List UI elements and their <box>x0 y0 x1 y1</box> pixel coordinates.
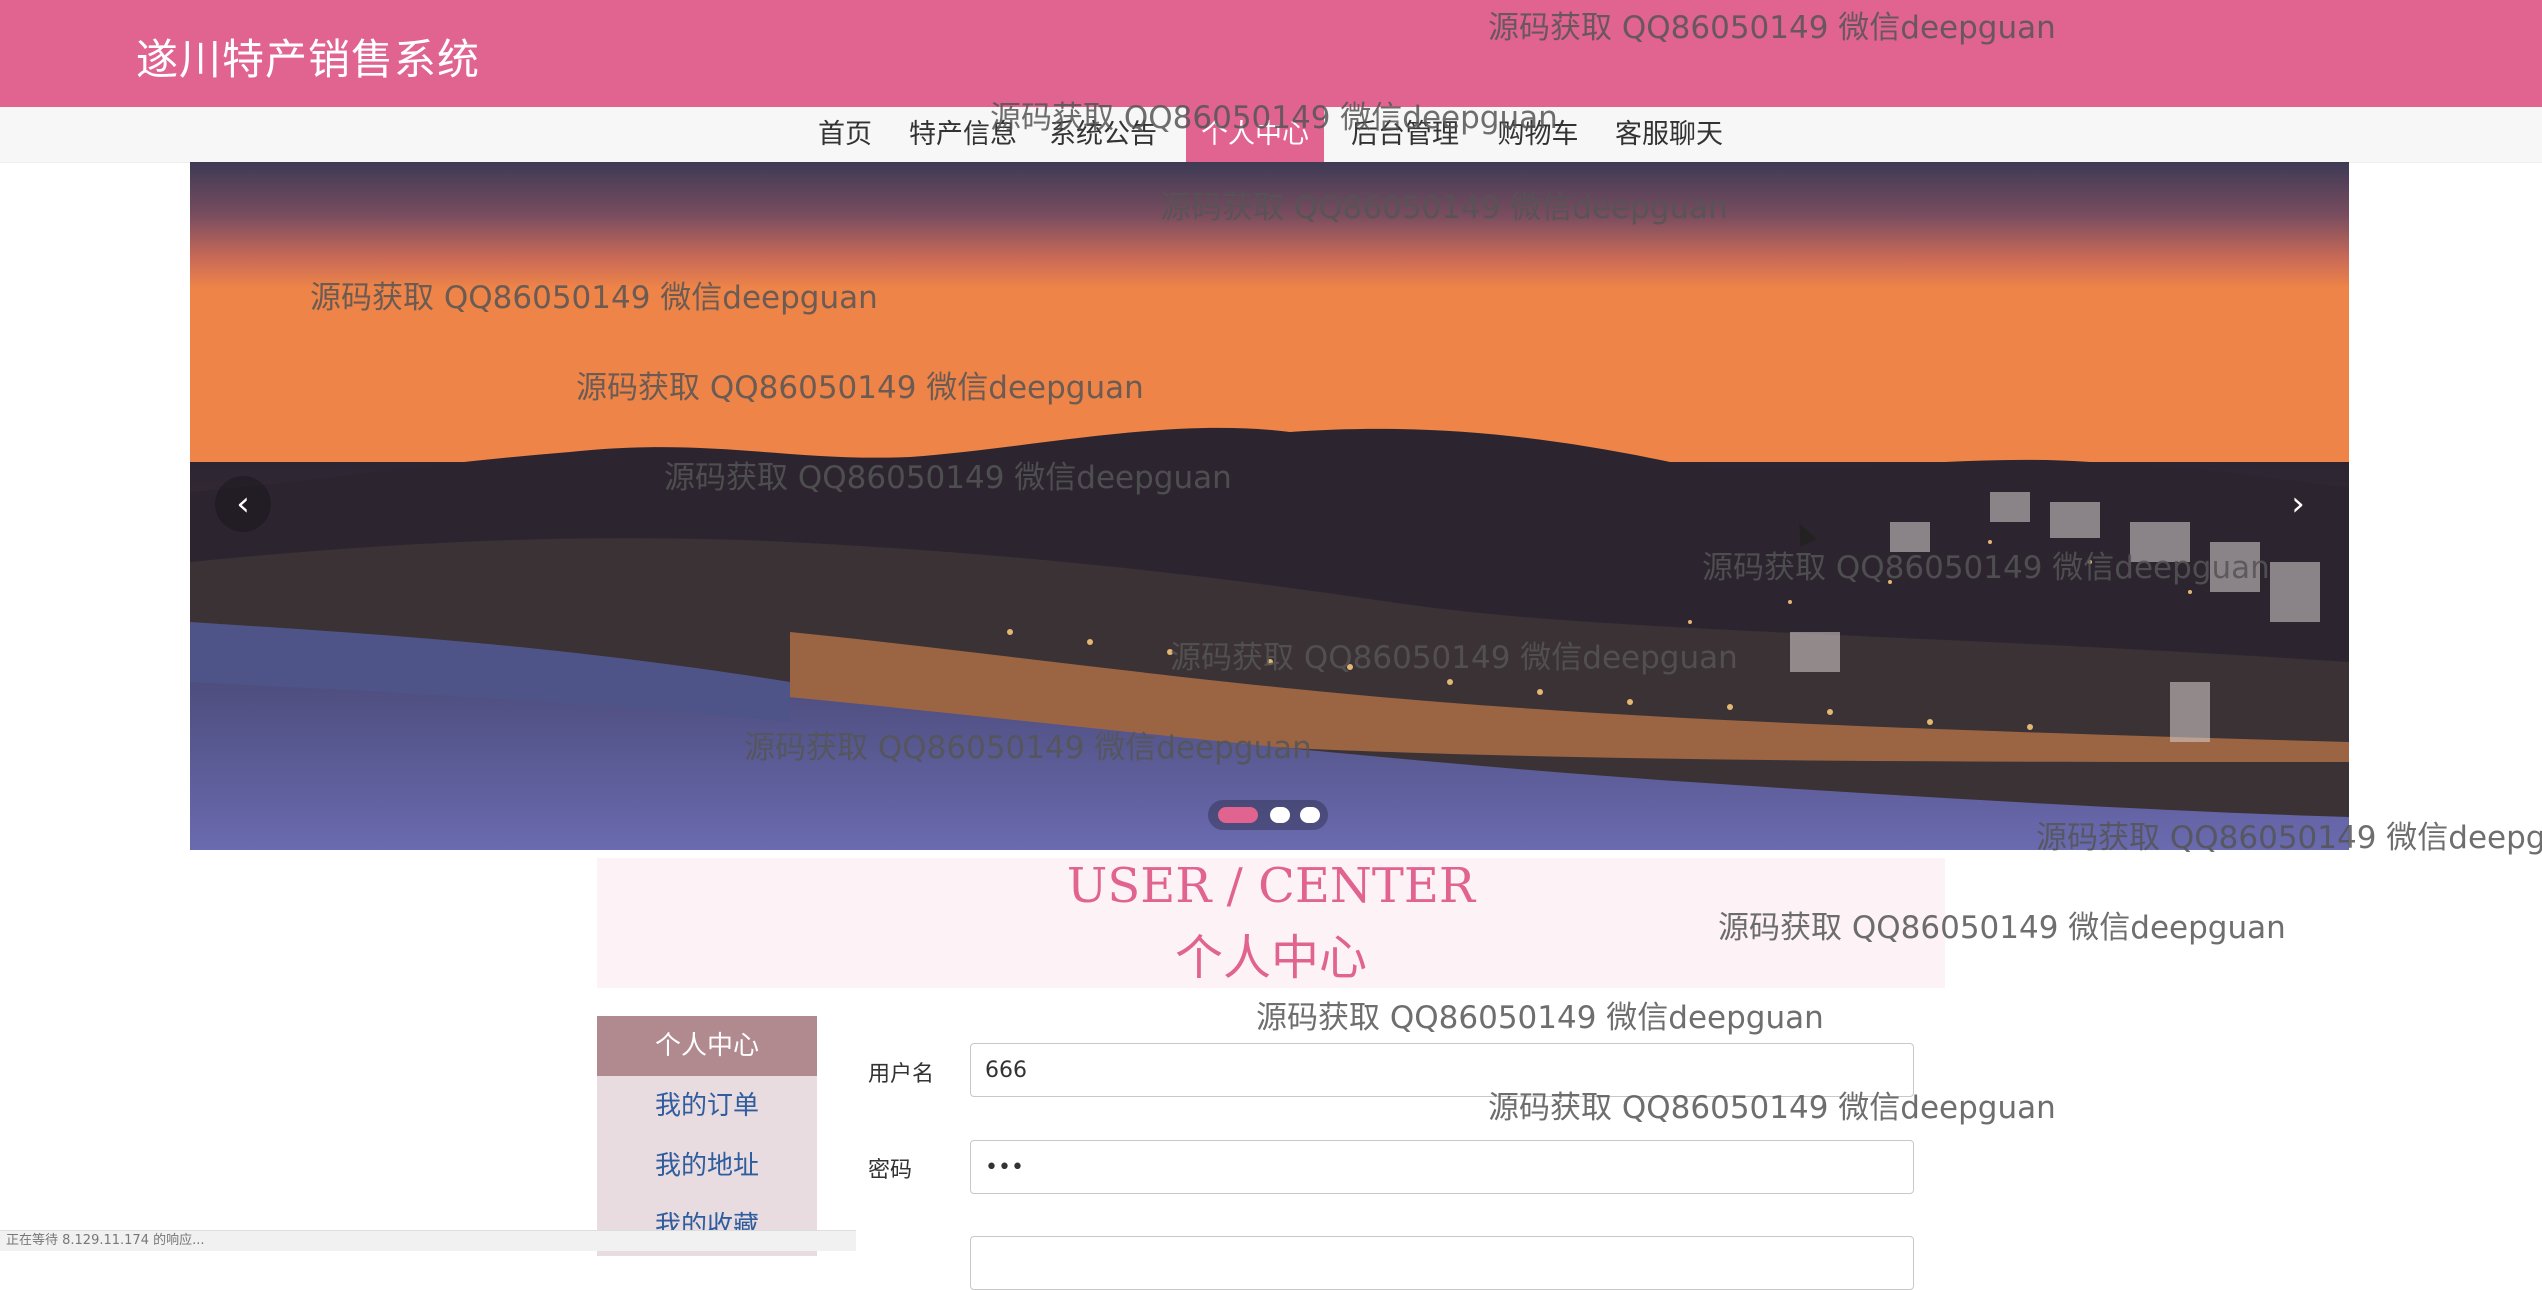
nav-item-announcements[interactable]: 系统公告 <box>1046 107 1160 162</box>
nav-item-home[interactable]: 首页 <box>810 107 880 162</box>
carousel-dot-1[interactable] <box>1218 807 1258 823</box>
side-item-user-center[interactable]: 个人中心 <box>597 1016 817 1076</box>
carousel-prev-button[interactable]: ‹ <box>215 476 271 532</box>
username-label: 用户名 <box>868 1062 935 1087</box>
top-header: 遂川特产销售系统 <box>0 0 2542 107</box>
carousel-dot-2[interactable] <box>1270 807 1290 823</box>
chevron-left-icon: ‹ <box>236 484 250 524</box>
watermark-text: 源码获取 QQ86050149 微信deepguan <box>1256 1000 1824 1036</box>
browser-status-bar: 正在等待 8.129.11.174 的响应... <box>0 1230 856 1251</box>
chevron-right-icon: › <box>2291 484 2305 524</box>
main-nav: 首页 特产信息 系统公告 个人中心 后台管理 购物车 客服聊天 <box>0 107 2542 163</box>
nav-item-customer-chat[interactable]: 客服聊天 <box>1612 107 1726 162</box>
password-label: 密码 <box>868 1158 913 1183</box>
section-title-en: USER / CENTER <box>1066 858 1476 914</box>
nav-item-admin[interactable]: 后台管理 <box>1348 107 1462 162</box>
banner-image <box>190 162 2349 850</box>
carousel-dot-3[interactable] <box>1300 807 1320 823</box>
side-item-my-orders[interactable]: 我的订单 <box>597 1076 817 1136</box>
next-field-input[interactable] <box>970 1236 1914 1290</box>
nav-item-user-center[interactable]: 个人中心 <box>1186 107 1324 162</box>
carousel-next-button[interactable]: › <box>2272 474 2324 534</box>
site-title: 遂川特产销售系统 <box>136 35 481 84</box>
nav-item-products[interactable]: 特产信息 <box>906 107 1020 162</box>
banner-carousel <box>190 162 2349 850</box>
carousel-indicators <box>1208 800 1328 830</box>
section-title-cn: 个人中心 <box>1174 930 1367 986</box>
password-input[interactable] <box>970 1140 1914 1194</box>
side-item-my-address[interactable]: 我的地址 <box>597 1136 817 1196</box>
username-input[interactable] <box>970 1043 1914 1097</box>
nav-item-cart[interactable]: 购物车 <box>1488 107 1588 162</box>
user-side-menu: 个人中心 我的订单 我的地址 我的收藏 <box>597 1016 817 1256</box>
